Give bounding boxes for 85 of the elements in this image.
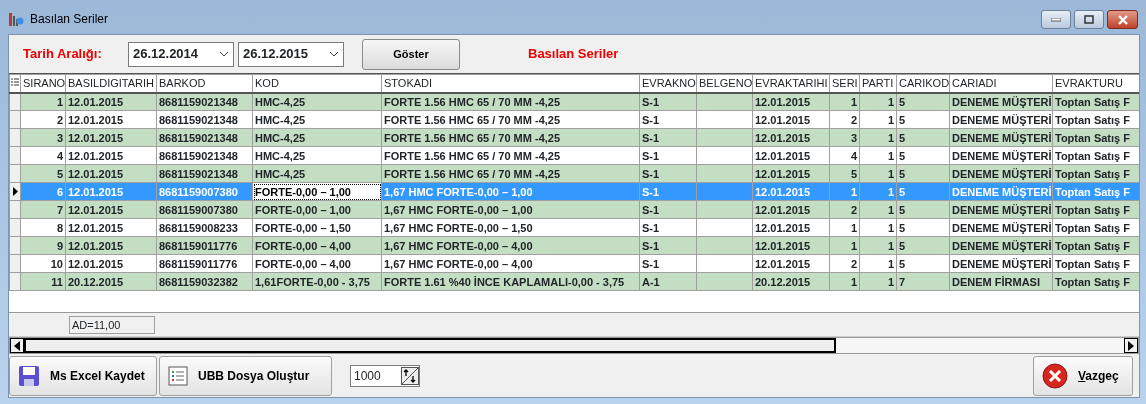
table-cell: 12.01.2015 — [65, 254, 157, 273]
table-cell: 1 — [859, 146, 897, 165]
form-heading: Basılan Seriler — [528, 45, 619, 64]
table-cell: 1 — [859, 254, 897, 273]
dropdown-caret-icon[interactable] — [329, 51, 339, 57]
column-header[interactable]: CARIADI — [949, 74, 1053, 93]
column-header[interactable]: EVRAKTURU — [1052, 74, 1139, 93]
count-spinner[interactable]: 1000 — [350, 364, 420, 387]
end-date-picker[interactable]: 26.12.2015 — [238, 41, 344, 67]
table-cell: 1 — [829, 218, 860, 237]
scroll-right-icon[interactable] — [1128, 340, 1134, 351]
table-cell: 12.01.2015 — [752, 254, 830, 273]
summary-field: AD=11,00 — [69, 315, 155, 334]
table-cell: 12.01.2015 — [65, 218, 157, 237]
table-cell: 12.01.2015 — [65, 146, 157, 165]
close-icon — [1042, 362, 1068, 389]
show-button[interactable]: Göster — [362, 38, 460, 70]
table-cell: FORTE 1.56 HMC 65 / 70 MM -4,25 — [381, 110, 640, 129]
column-header[interactable]: BARKOD — [156, 74, 253, 93]
table-cell: HMC-4,25 — [252, 146, 382, 165]
table-cell: 8681159008233 — [156, 218, 253, 237]
table-cell: 12.01.2015 — [65, 110, 157, 129]
spin-arrows-icon[interactable] — [401, 366, 419, 385]
close-button[interactable] — [1107, 10, 1138, 29]
app-icon — [8, 11, 24, 27]
table-cell: 8 — [20, 218, 66, 237]
column-chooser-icon[interactable] — [11, 78, 19, 89]
table-cell: 12.01.2015 — [752, 218, 830, 237]
table-cell: S-1 — [639, 254, 697, 273]
column-header[interactable]: BELGENO — [696, 74, 753, 93]
table-cell: S-1 — [639, 218, 697, 237]
table-cell: S-1 — [639, 146, 697, 165]
column-header[interactable]: CARIKOD — [896, 74, 950, 93]
dropdown-caret-icon[interactable] — [219, 51, 229, 57]
table-cell: DENEME MÜŞTERİ — [949, 254, 1053, 273]
column-header[interactable]: SERI — [829, 74, 860, 93]
table-cell: 8681159011776 — [156, 254, 253, 273]
table-cell: 1 — [859, 218, 897, 237]
table-cell: 4 — [20, 146, 66, 165]
table-cell: 5 — [896, 110, 950, 129]
table-cell: 12.01.2015 — [752, 110, 830, 129]
ubb-file-button[interactable]: UBB Dosya Oluştur — [159, 355, 332, 396]
minimize-button[interactable] — [1041, 10, 1071, 29]
minimize-icon — [1051, 17, 1061, 22]
horizontal-scrollbar[interactable] — [9, 337, 1139, 354]
table-cell: DENEME MÜŞTERİ — [949, 146, 1053, 165]
table-cell: HMC-4,25 — [252, 110, 382, 129]
excel-save-button[interactable]: Ms Excel Kaydet — [9, 355, 157, 396]
table-cell: 8681159021348 — [156, 110, 253, 129]
start-date-picker[interactable]: 26.12.2014 — [128, 41, 234, 67]
cancel-button[interactable]: Vazgeç — [1033, 355, 1133, 396]
column-header[interactable]: SIRANO — [20, 74, 66, 93]
column-header[interactable]: EVRAKTARIHI — [752, 74, 830, 93]
scroll-left-icon[interactable] — [14, 340, 20, 351]
table-cell: 2 — [20, 110, 66, 129]
table-cell: 12.01.2015 — [752, 146, 830, 165]
column-header[interactable]: PARTI — [859, 74, 897, 93]
column-header[interactable]: BASILDIGITARIH — [65, 74, 157, 93]
table-cell: 5 — [896, 218, 950, 237]
table-cell: 1 — [859, 110, 897, 129]
column-header[interactable]: STOKADI — [381, 74, 640, 93]
table-cell: 5 — [896, 146, 950, 165]
table-cell: 1,67 HMC FORTE-0,00 – 4,00 — [381, 254, 640, 273]
table-cell: 10 — [20, 254, 66, 273]
date-range-label: Tarih Aralığı: — [23, 45, 103, 64]
table-cell: FORTE-0,00 – 1,50 — [252, 218, 382, 237]
table-cell: 2 — [829, 110, 860, 129]
table-cell: 1,67 HMC FORTE-0,00 – 1,50 — [381, 218, 640, 237]
table-cell: 5 — [896, 254, 950, 273]
close-icon — [1116, 14, 1129, 25]
column-header[interactable]: KOD — [252, 74, 382, 93]
window-title: Basılan Seriler — [30, 11, 109, 28]
table-cell: 8681159021348 — [156, 146, 253, 165]
list-icon — [168, 365, 188, 386]
table-cell: 4 — [829, 146, 860, 165]
table-cell: FORTE-0,00 – 4,00 — [252, 254, 382, 273]
table-cell: FORTE 1.56 HMC 65 / 70 MM -4,25 — [381, 146, 640, 165]
current-row-icon — [12, 187, 18, 196]
column-header[interactable]: EVRAKNO — [639, 74, 697, 93]
table-cell: 2 — [829, 254, 860, 273]
table-cell: DENEME MÜŞTERİ — [949, 110, 1053, 129]
maximize-icon — [1084, 15, 1094, 24]
maximize-button[interactable] — [1074, 10, 1104, 29]
table-cell: S-1 — [639, 110, 697, 129]
table-cell: DENEME MÜŞTERİ — [949, 218, 1053, 237]
